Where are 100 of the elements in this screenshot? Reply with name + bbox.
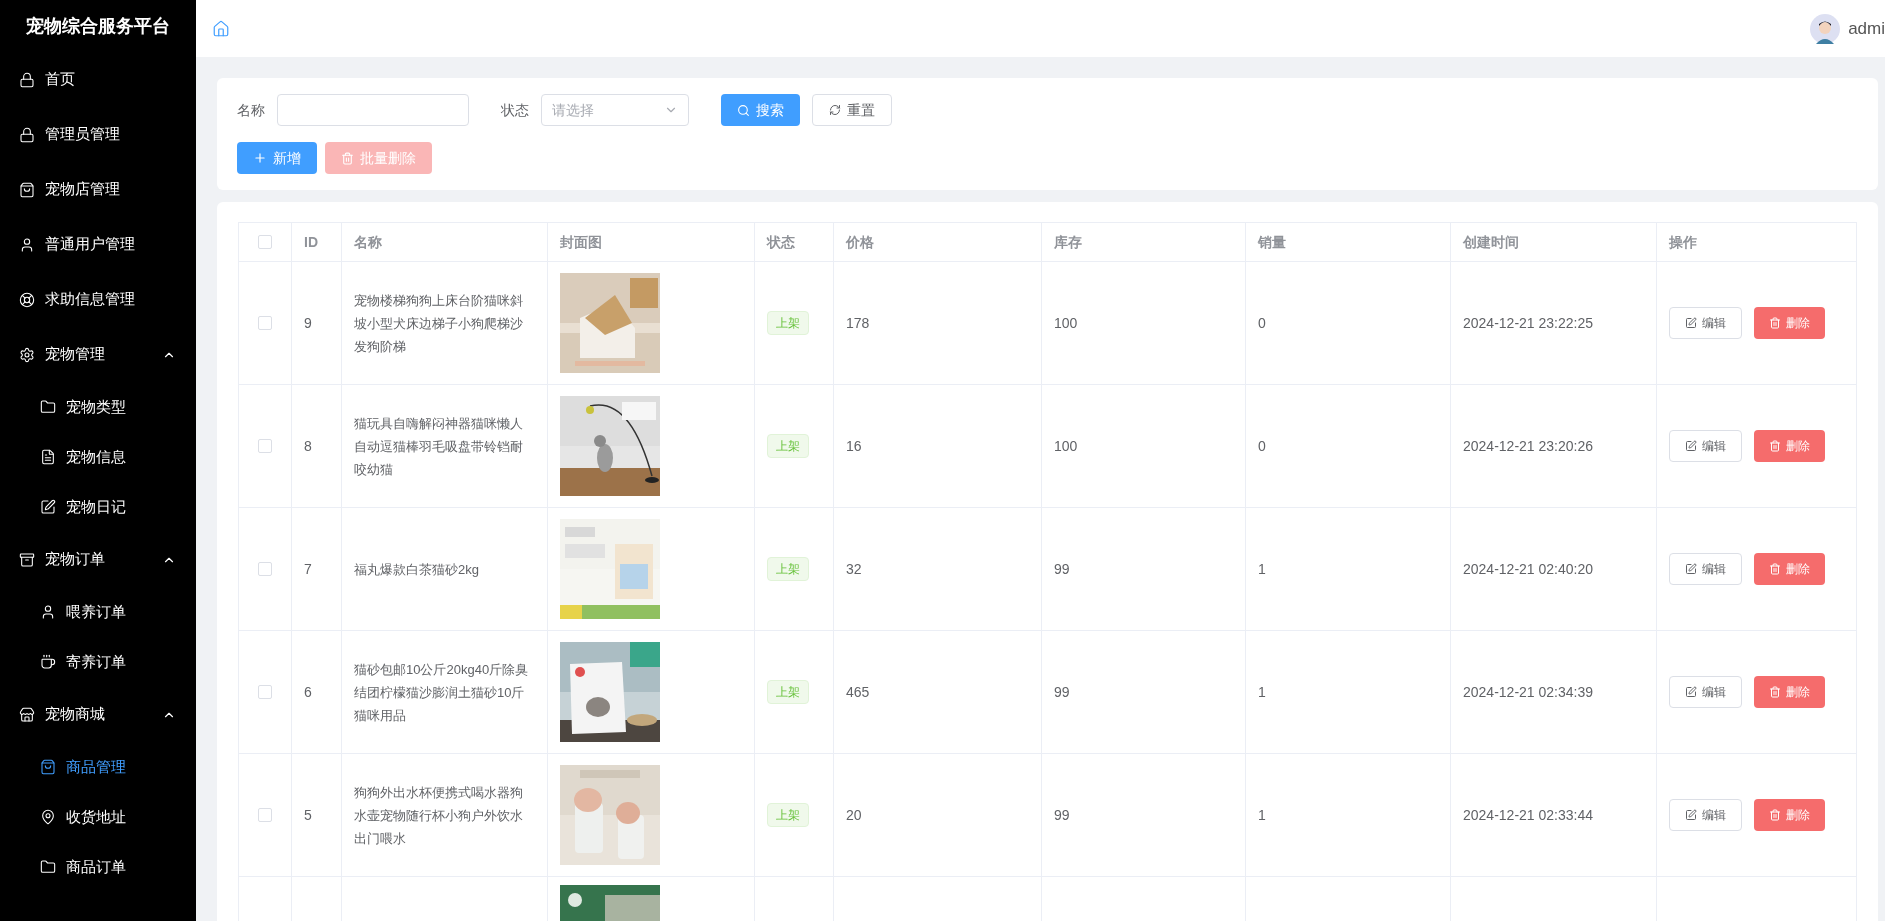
table-cell-text: 6 bbox=[304, 682, 312, 702]
sidebar-item[interactable]: 宠物管理 bbox=[0, 327, 196, 382]
sidebar-item[interactable]: 宠物信息 bbox=[0, 432, 196, 482]
column-header: 操作 bbox=[1669, 232, 1697, 252]
pin-icon bbox=[40, 809, 56, 825]
table-cell-text: 99 bbox=[1054, 559, 1070, 579]
table-cell-text: 1 bbox=[1258, 559, 1266, 579]
table-cell-text: 8 bbox=[304, 436, 312, 456]
select-all-checkbox[interactable] bbox=[258, 235, 272, 249]
sidebar-item[interactable]: 寄养订单 bbox=[0, 637, 196, 687]
trash-icon bbox=[341, 151, 354, 165]
status-tag: 上架 bbox=[767, 557, 809, 581]
sidebar-item[interactable]: 商品管理 bbox=[0, 742, 196, 792]
column-header: 库存 bbox=[1054, 232, 1082, 252]
trash-icon bbox=[1769, 440, 1781, 452]
table-cell-text: 16 bbox=[846, 436, 862, 456]
app-title: 宠物综合服务平台 bbox=[26, 14, 170, 38]
sidebar-item[interactable]: 首页 bbox=[0, 52, 196, 107]
sidebar-item[interactable]: 收货地址 bbox=[0, 792, 196, 842]
row-checkbox[interactable] bbox=[258, 439, 272, 453]
cup-icon bbox=[40, 654, 56, 670]
table-cell-text: 猫玩具自嗨解闷神器猫咪懒人自动逗猫棒羽毛吸盘带铃铛耐咬幼猫 bbox=[354, 414, 524, 479]
table-cell-text: 2024-12-21 23:20:26 bbox=[1463, 436, 1593, 456]
column-header: 销量 bbox=[1258, 232, 1286, 252]
column-header: 价格 bbox=[846, 232, 874, 252]
table-cell-text: 100 bbox=[1054, 313, 1078, 333]
table-cell-text: 2024-12-21 02:40:20 bbox=[1463, 559, 1593, 579]
archive-icon bbox=[19, 551, 35, 568]
search-icon bbox=[737, 103, 750, 117]
column-header: 名称 bbox=[354, 232, 382, 252]
edit-button[interactable]: 编辑 bbox=[1669, 676, 1742, 708]
table-cell-text: 9 bbox=[304, 313, 312, 333]
column-header: ID bbox=[304, 232, 318, 252]
table-cell-text: 宠物楼梯狗狗上床台阶猫咪斜坡小型犬床边梯子小狗爬梯沙发狗阶梯 bbox=[354, 291, 524, 356]
edit-icon bbox=[1685, 317, 1697, 329]
table-cell-text: 0 bbox=[1258, 313, 1266, 333]
table-cell-text: 2024-12-21 23:22:25 bbox=[1463, 313, 1593, 333]
home-icon[interactable] bbox=[212, 19, 230, 38]
table-cell-text: 1 bbox=[1258, 682, 1266, 702]
column-header: 状态 bbox=[767, 232, 795, 252]
sidebar-item[interactable]: 普通用户管理 bbox=[0, 217, 196, 272]
settings-icon bbox=[19, 346, 35, 363]
sidebar-item[interactable]: 宠物商城 bbox=[0, 687, 196, 742]
lock-icon bbox=[19, 126, 35, 143]
sidebar-item[interactable]: 求助信息管理 bbox=[0, 272, 196, 327]
table-cell-text: 7 bbox=[304, 559, 312, 579]
status-tag: 上架 bbox=[767, 680, 809, 704]
reset-button[interactable]: 重置 bbox=[812, 94, 892, 126]
status-tag: 上架 bbox=[767, 311, 809, 335]
edit-icon bbox=[1685, 563, 1697, 575]
table-cell-text: 0 bbox=[1258, 436, 1266, 456]
edit-button[interactable]: 编辑 bbox=[1669, 430, 1742, 462]
edit-icon bbox=[1685, 440, 1697, 452]
table-cell-text: 2024-12-21 02:34:39 bbox=[1463, 682, 1593, 702]
status-label: 状态 bbox=[501, 100, 529, 120]
sidebar-item[interactable]: 宠物店管理 bbox=[0, 162, 196, 217]
bag-icon bbox=[19, 181, 35, 198]
row-checkbox[interactable] bbox=[258, 562, 272, 576]
edit-button[interactable]: 编辑 bbox=[1669, 307, 1742, 339]
row-checkbox[interactable] bbox=[258, 685, 272, 699]
sidebar-item[interactable]: 管理员管理 bbox=[0, 107, 196, 162]
trash-icon bbox=[1769, 563, 1781, 575]
row-checkbox[interactable] bbox=[258, 316, 272, 330]
sidebar-item[interactable]: 宠物类型 bbox=[0, 382, 196, 432]
edit-button[interactable]: 编辑 bbox=[1669, 799, 1742, 831]
trash-icon bbox=[1769, 317, 1781, 329]
name-label: 名称 bbox=[237, 100, 265, 120]
edit-icon bbox=[1685, 686, 1697, 698]
sidebar-item[interactable]: 宠物日记 bbox=[0, 482, 196, 532]
trash-icon bbox=[1769, 686, 1781, 698]
folder-icon bbox=[40, 399, 56, 415]
sidebar-item[interactable]: 商品订单 bbox=[0, 842, 196, 892]
table-cell-text: 福丸爆款白茶猫砂2kg bbox=[354, 560, 479, 579]
table-cell-text: 猫砂包邮10公斤20kg40斤除臭结团柠檬猫沙膨润土猫砂10斤猫咪用品 bbox=[354, 660, 530, 725]
table-cell-text: 5 bbox=[304, 805, 312, 825]
user-icon bbox=[40, 604, 56, 620]
column-header: 封面图 bbox=[560, 232, 602, 252]
table-cell-text: 100 bbox=[1054, 436, 1078, 456]
sidebar-item[interactable]: 喂养订单 bbox=[0, 587, 196, 637]
trash-icon bbox=[1769, 809, 1781, 821]
shop-icon bbox=[19, 706, 35, 723]
edit-button[interactable]: 编辑 bbox=[1669, 553, 1742, 585]
table-cell-text: 20 bbox=[846, 805, 862, 825]
table-cell-text: 1 bbox=[1258, 805, 1266, 825]
bag-icon bbox=[40, 759, 56, 775]
refresh-icon bbox=[829, 104, 841, 116]
table-cell-text: 99 bbox=[1054, 682, 1070, 702]
avatar[interactable] bbox=[1810, 13, 1841, 44]
table-cell-text: 2024-12-21 02:33:44 bbox=[1463, 805, 1593, 825]
status-tag: 上架 bbox=[767, 434, 809, 458]
edit-icon bbox=[1685, 809, 1697, 821]
table-cell-text: 99 bbox=[1054, 805, 1070, 825]
sidebar-item[interactable]: 宠物订单 bbox=[0, 532, 196, 587]
table-cell-text: 狗狗外出水杯便携式喝水器狗水壶宠物随行杯小狗户外饮水出门喂水 bbox=[354, 783, 524, 848]
user-name[interactable]: admi bbox=[1848, 15, 1885, 42]
row-checkbox[interactable] bbox=[258, 808, 272, 822]
name-input[interactable] bbox=[277, 94, 469, 126]
table-cell-text: 32 bbox=[846, 559, 862, 579]
edit-icon bbox=[40, 499, 56, 515]
status-tag: 上架 bbox=[767, 803, 809, 827]
